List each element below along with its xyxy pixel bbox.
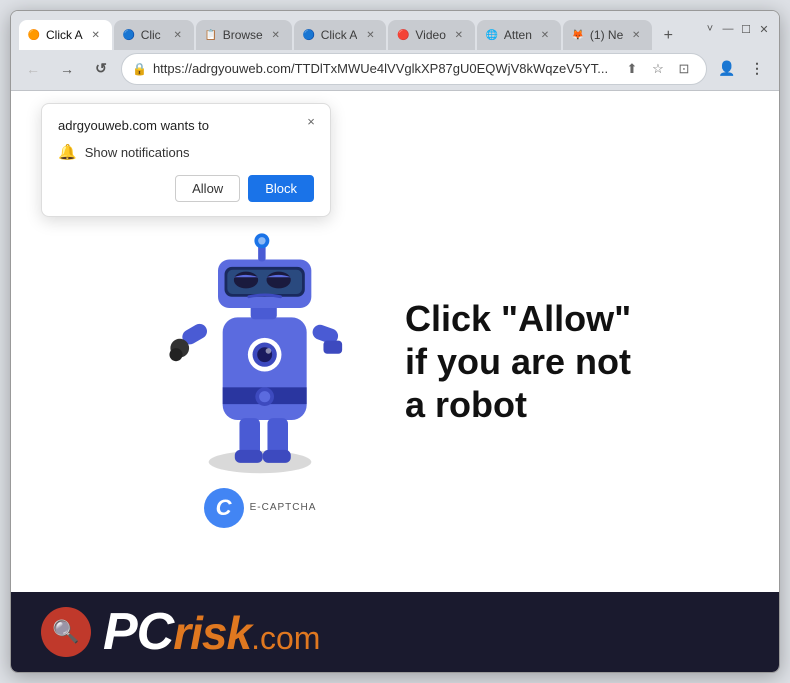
tab-2-close[interactable]: ✕ bbox=[170, 27, 186, 43]
robot-container: C E-CAPTCHA bbox=[145, 196, 375, 528]
popup-permission: 🔔 Show notifications bbox=[58, 143, 314, 161]
nav-bar: ← → ↺ 🔒 https://adrgyouweb.com/TTDlTxMWU… bbox=[11, 47, 779, 91]
address-bar[interactable]: 🔒 https://adrgyouweb.com/TTDlTxMWUe4lVVg… bbox=[121, 53, 707, 85]
lock-icon: 🔒 bbox=[132, 62, 147, 76]
tab-2-title: Clic bbox=[141, 28, 165, 42]
tab-1-favicon: 🟠 bbox=[27, 28, 41, 42]
popup-close-button[interactable]: × bbox=[302, 112, 320, 130]
main-text-line1: Click "Allow" bbox=[405, 297, 645, 340]
forward-button[interactable]: → bbox=[53, 55, 81, 83]
tab-2[interactable]: 🔵 Clic ✕ bbox=[114, 20, 194, 50]
main-content: C E-CAPTCHA Click "Allow" if you are not… bbox=[11, 91, 779, 672]
pcrisk-pc: PC bbox=[103, 602, 173, 662]
tab-7[interactable]: 🦊 (1) Ne ✕ bbox=[563, 20, 652, 50]
new-tab-button[interactable]: + bbox=[654, 22, 682, 50]
popup-title: adrgyouweb.com wants to bbox=[58, 118, 314, 133]
tab-7-favicon: 🦊 bbox=[571, 28, 585, 42]
tab-4-favicon: 🔵 bbox=[302, 28, 316, 42]
back-button[interactable]: ← bbox=[19, 55, 47, 83]
pcrisk-com: .com bbox=[251, 620, 320, 657]
tab-3-favicon: 📋 bbox=[204, 28, 218, 42]
window-controls: ˅ — ☐ ✕ bbox=[703, 22, 771, 36]
pcrisk-footer: 🔍 PC risk .com bbox=[11, 592, 779, 672]
tab-1-close[interactable]: ✕ bbox=[88, 27, 104, 43]
tab-1-title: Click A bbox=[46, 28, 83, 42]
pcrisk-brand: PC risk .com bbox=[103, 602, 320, 662]
bookmark-icon[interactable]: ☆ bbox=[646, 57, 670, 81]
block-button[interactable]: Block bbox=[248, 175, 314, 202]
robot-illustration bbox=[160, 196, 360, 476]
content-area: C E-CAPTCHA Click "Allow" if you are not… bbox=[145, 196, 645, 528]
chevron-down-icon[interactable]: ˅ bbox=[703, 22, 717, 36]
tab-5-title: Video bbox=[415, 28, 445, 42]
bell-icon: 🔔 bbox=[58, 143, 77, 161]
split-view-icon[interactable]: ⊡ bbox=[672, 57, 696, 81]
tab-7-title: (1) Ne bbox=[590, 28, 623, 42]
click-text-block: Click "Allow" if you are not a robot bbox=[405, 297, 645, 427]
share-icon[interactable]: ⬆ bbox=[620, 57, 644, 81]
tab-7-close[interactable]: ✕ bbox=[628, 27, 644, 43]
minimize-button[interactable]: — bbox=[721, 22, 735, 36]
tab-6-title: Atten bbox=[504, 28, 532, 42]
tab-6[interactable]: 🌐 Atten ✕ bbox=[477, 20, 561, 50]
tab-6-close[interactable]: ✕ bbox=[537, 27, 553, 43]
main-text-line2: if you are not bbox=[405, 340, 645, 383]
reload-button[interactable]: ↺ bbox=[87, 55, 115, 83]
notification-popup: × adrgyouweb.com wants to 🔔 Show notific… bbox=[41, 103, 331, 217]
tab-2-favicon: 🔵 bbox=[122, 28, 136, 42]
tab-5[interactable]: 🔴 Video ✕ bbox=[388, 20, 474, 50]
profile-icon[interactable]: 👤 bbox=[713, 55, 741, 83]
tab-4-close[interactable]: ✕ bbox=[362, 27, 378, 43]
address-actions: ⬆ ☆ ⊡ bbox=[620, 57, 696, 81]
tab-1[interactable]: 🟠 Click A ✕ bbox=[19, 20, 112, 50]
pcrisk-logo-icon: 🔍 bbox=[41, 607, 91, 657]
captcha-label: C E-CAPTCHA bbox=[204, 488, 317, 528]
captcha-text: E-CAPTCHA bbox=[250, 502, 317, 513]
pcrisk-risk: risk bbox=[173, 606, 251, 660]
browser-window: 🟠 Click A ✕ 🔵 Clic ✕ 📋 Browse ✕ 🔵 Click … bbox=[10, 10, 780, 673]
tab-4-title: Click A bbox=[321, 28, 358, 42]
menu-button[interactable]: ⋮ bbox=[743, 55, 771, 83]
tab-5-close[interactable]: ✕ bbox=[451, 27, 467, 43]
popup-buttons: Allow Block bbox=[58, 175, 314, 202]
tab-5-favicon: 🔴 bbox=[396, 28, 410, 42]
captcha-logo: C bbox=[204, 488, 244, 528]
allow-button[interactable]: Allow bbox=[175, 175, 240, 202]
tab-3-title: Browse bbox=[223, 28, 263, 42]
permission-text: Show notifications bbox=[85, 145, 190, 160]
main-text-line3: a robot bbox=[405, 383, 645, 426]
close-button[interactable]: ✕ bbox=[757, 22, 771, 36]
tab-3-close[interactable]: ✕ bbox=[268, 27, 284, 43]
tab-3[interactable]: 📋 Browse ✕ bbox=[196, 20, 292, 50]
tab-6-favicon: 🌐 bbox=[485, 28, 499, 42]
search-icon: 🔍 bbox=[52, 619, 79, 645]
toolbar-right: 👤 ⋮ bbox=[713, 55, 771, 83]
tab-group: 🟠 Click A ✕ 🔵 Clic ✕ 📋 Browse ✕ 🔵 Click … bbox=[19, 11, 699, 47]
tab-4[interactable]: 🔵 Click A ✕ bbox=[294, 20, 387, 50]
maximize-button[interactable]: ☐ bbox=[739, 22, 753, 36]
url-text: https://adrgyouweb.com/TTDlTxMWUe4lVVglk… bbox=[153, 61, 614, 76]
title-bar: 🟠 Click A ✕ 🔵 Clic ✕ 📋 Browse ✕ 🔵 Click … bbox=[11, 11, 779, 47]
